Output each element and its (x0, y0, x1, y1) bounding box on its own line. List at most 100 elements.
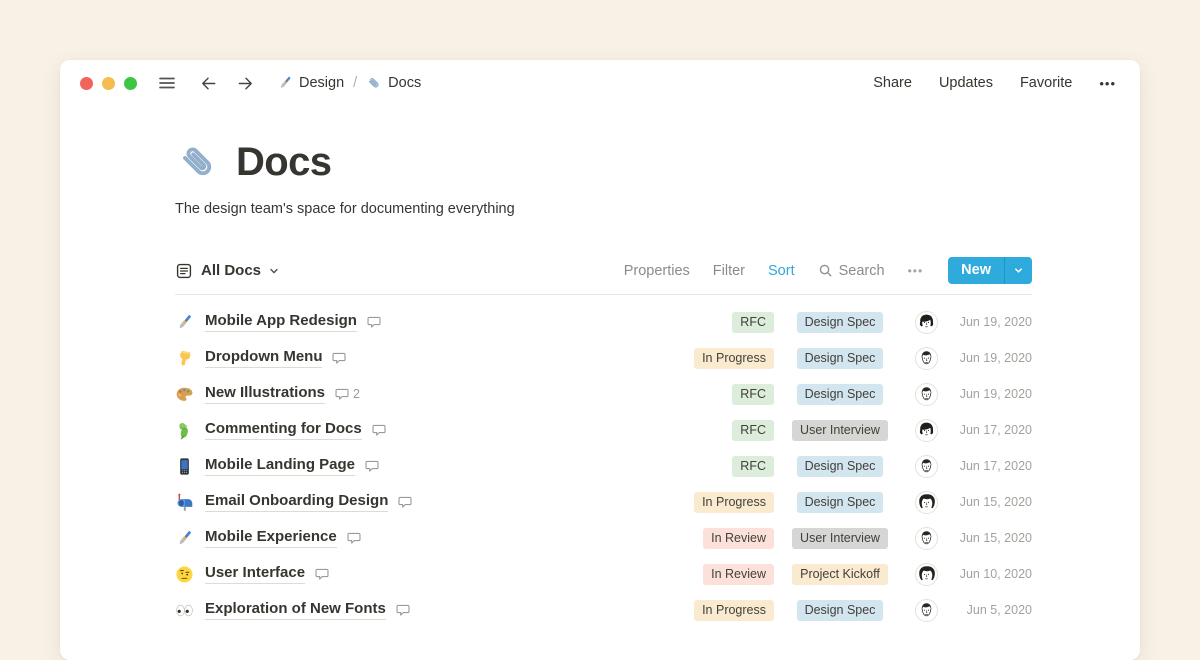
table-row[interactable]: Dropdown Menu In Progress Design Spec Ju… (175, 340, 1032, 376)
doc-title-link[interactable]: Commenting for Docs (205, 420, 362, 440)
breadcrumb-item-design[interactable]: Design (277, 75, 344, 91)
comment-count (398, 495, 416, 509)
doc-title-link[interactable]: User Interface (205, 564, 305, 584)
status-cell: RFC (674, 384, 774, 405)
comment-icon (396, 603, 410, 617)
comment-icon (398, 495, 412, 509)
doc-type-cell: User Interview (778, 420, 902, 441)
table-row[interactable]: Mobile Experience In Review User Intervi… (175, 520, 1032, 556)
table-row[interactable]: New Illustrations 2 RFC Design Spec Jun … (175, 376, 1032, 412)
table-row[interactable]: Mobile App Redesign RFC Design Spec Jun … (175, 304, 1032, 340)
status-tag: In Progress (694, 492, 774, 513)
doc-type-tag: User Interview (792, 528, 888, 549)
search-label: Search (839, 263, 885, 279)
man-avatar (914, 347, 938, 370)
doc-type-cell: Design Spec (778, 600, 902, 621)
share-button[interactable]: Share (873, 75, 912, 91)
breadcrumb-separator: / (353, 75, 357, 91)
doc-type-cell: Design Spec (778, 348, 902, 369)
doc-title-link[interactable]: Dropdown Menu (205, 348, 322, 368)
date-label: Jun 15, 2020 (948, 531, 1032, 545)
doc-type-tag: Design Spec (797, 456, 884, 477)
search-button[interactable]: Search (818, 263, 885, 279)
comment-icon (365, 459, 379, 473)
doc-type-tag: Design Spec (797, 492, 884, 513)
doc-type-cell: User Interview (778, 528, 902, 549)
eyes-icon (175, 601, 194, 620)
chevron-down-icon (1013, 265, 1024, 276)
man-avatar (914, 527, 938, 550)
date-label: Jun 19, 2020 (948, 315, 1032, 329)
comment-icon (372, 423, 386, 437)
mailbox-icon (175, 493, 194, 512)
sort-button[interactable]: Sort (768, 263, 795, 279)
doc-title-link[interactable]: Mobile Experience (205, 528, 337, 548)
doc-title-link[interactable]: Mobile App Redesign (205, 312, 357, 332)
comment-count (365, 459, 383, 473)
face-raised-eyebrow-icon (175, 565, 194, 584)
status-tag: In Progress (694, 600, 774, 621)
docs-table: Mobile App Redesign RFC Design Spec Jun … (175, 294, 1032, 628)
paintbrush-icon (175, 313, 194, 332)
favorite-button[interactable]: Favorite (1020, 75, 1072, 91)
new-button[interactable]: New (948, 257, 1032, 284)
menu-icon[interactable] (157, 73, 177, 93)
doc-title-link[interactable]: Email Onboarding Design (205, 492, 388, 512)
table-row[interactable]: User Interface In Review Project Kickoff… (175, 556, 1032, 592)
date-label: Jun 19, 2020 (948, 351, 1032, 365)
doc-title-link[interactable]: New Illustrations (205, 384, 325, 404)
filter-button[interactable]: Filter (713, 263, 745, 279)
woman-headphones-avatar (914, 419, 938, 442)
page-title: Docs (236, 140, 331, 185)
table-row[interactable]: Email Onboarding Design In Progress Desi… (175, 484, 1032, 520)
new-button-label[interactable]: New (948, 257, 1004, 284)
status-tag: In Review (703, 564, 774, 585)
table-row[interactable]: Mobile Landing Page RFC Design Spec Jun … (175, 448, 1032, 484)
status-cell: In Progress (674, 600, 774, 621)
status-cell: RFC (674, 420, 774, 441)
status-tag: RFC (732, 420, 774, 441)
more-options-icon[interactable]: ••• (1099, 76, 1116, 91)
man-avatar (914, 599, 938, 622)
zoom-window-button[interactable] (124, 77, 137, 90)
date-label: Jun 19, 2020 (948, 387, 1032, 401)
status-cell: In Progress (674, 492, 774, 513)
status-cell: In Progress (674, 348, 774, 369)
breadcrumb-label: Docs (388, 75, 421, 91)
paintbrush-icon (175, 529, 194, 548)
status-tag: In Review (703, 528, 774, 549)
comment-count (367, 315, 385, 329)
status-cell: RFC (674, 312, 774, 333)
breadcrumb: Design / Docs (277, 75, 421, 91)
table-row[interactable]: Exploration of New Fonts In Progress Des… (175, 592, 1032, 628)
comment-count: 2 (335, 387, 360, 401)
updates-button[interactable]: Updates (939, 75, 993, 91)
forward-arrow-icon[interactable] (236, 74, 255, 93)
doc-type-cell: Design Spec (778, 384, 902, 405)
search-icon (818, 263, 833, 278)
doc-type-tag: Design Spec (797, 384, 884, 405)
properties-button[interactable]: Properties (624, 263, 690, 279)
page-description: The design team's space for documenting … (175, 201, 1032, 217)
view-switcher[interactable]: All Docs (175, 262, 279, 280)
doc-type-cell: Project Kickoff (778, 564, 902, 585)
minimize-window-button[interactable] (102, 77, 115, 90)
doc-title-link[interactable]: Exploration of New Fonts (205, 600, 386, 620)
doc-type-tag: Design Spec (797, 348, 884, 369)
status-cell: RFC (674, 456, 774, 477)
toolbar-more-icon[interactable]: ••• (908, 264, 924, 278)
doc-title-link[interactable]: Mobile Landing Page (205, 456, 355, 476)
doc-type-tag: Design Spec (797, 312, 884, 333)
palette-icon (175, 385, 194, 404)
chevron-down-icon (269, 266, 279, 276)
close-window-button[interactable] (80, 77, 93, 90)
table-row[interactable]: Commenting for Docs RFC User Interview J… (175, 412, 1032, 448)
comment-count (347, 531, 365, 545)
comment-icon (335, 387, 349, 401)
breadcrumb-item-docs[interactable]: Docs (366, 75, 421, 91)
back-arrow-icon[interactable] (199, 74, 218, 93)
page-header: Docs The design team's space for documen… (175, 139, 1032, 217)
status-tag: RFC (732, 384, 774, 405)
new-button-chevron[interactable] (1004, 257, 1032, 284)
doc-type-cell: Design Spec (778, 456, 902, 477)
